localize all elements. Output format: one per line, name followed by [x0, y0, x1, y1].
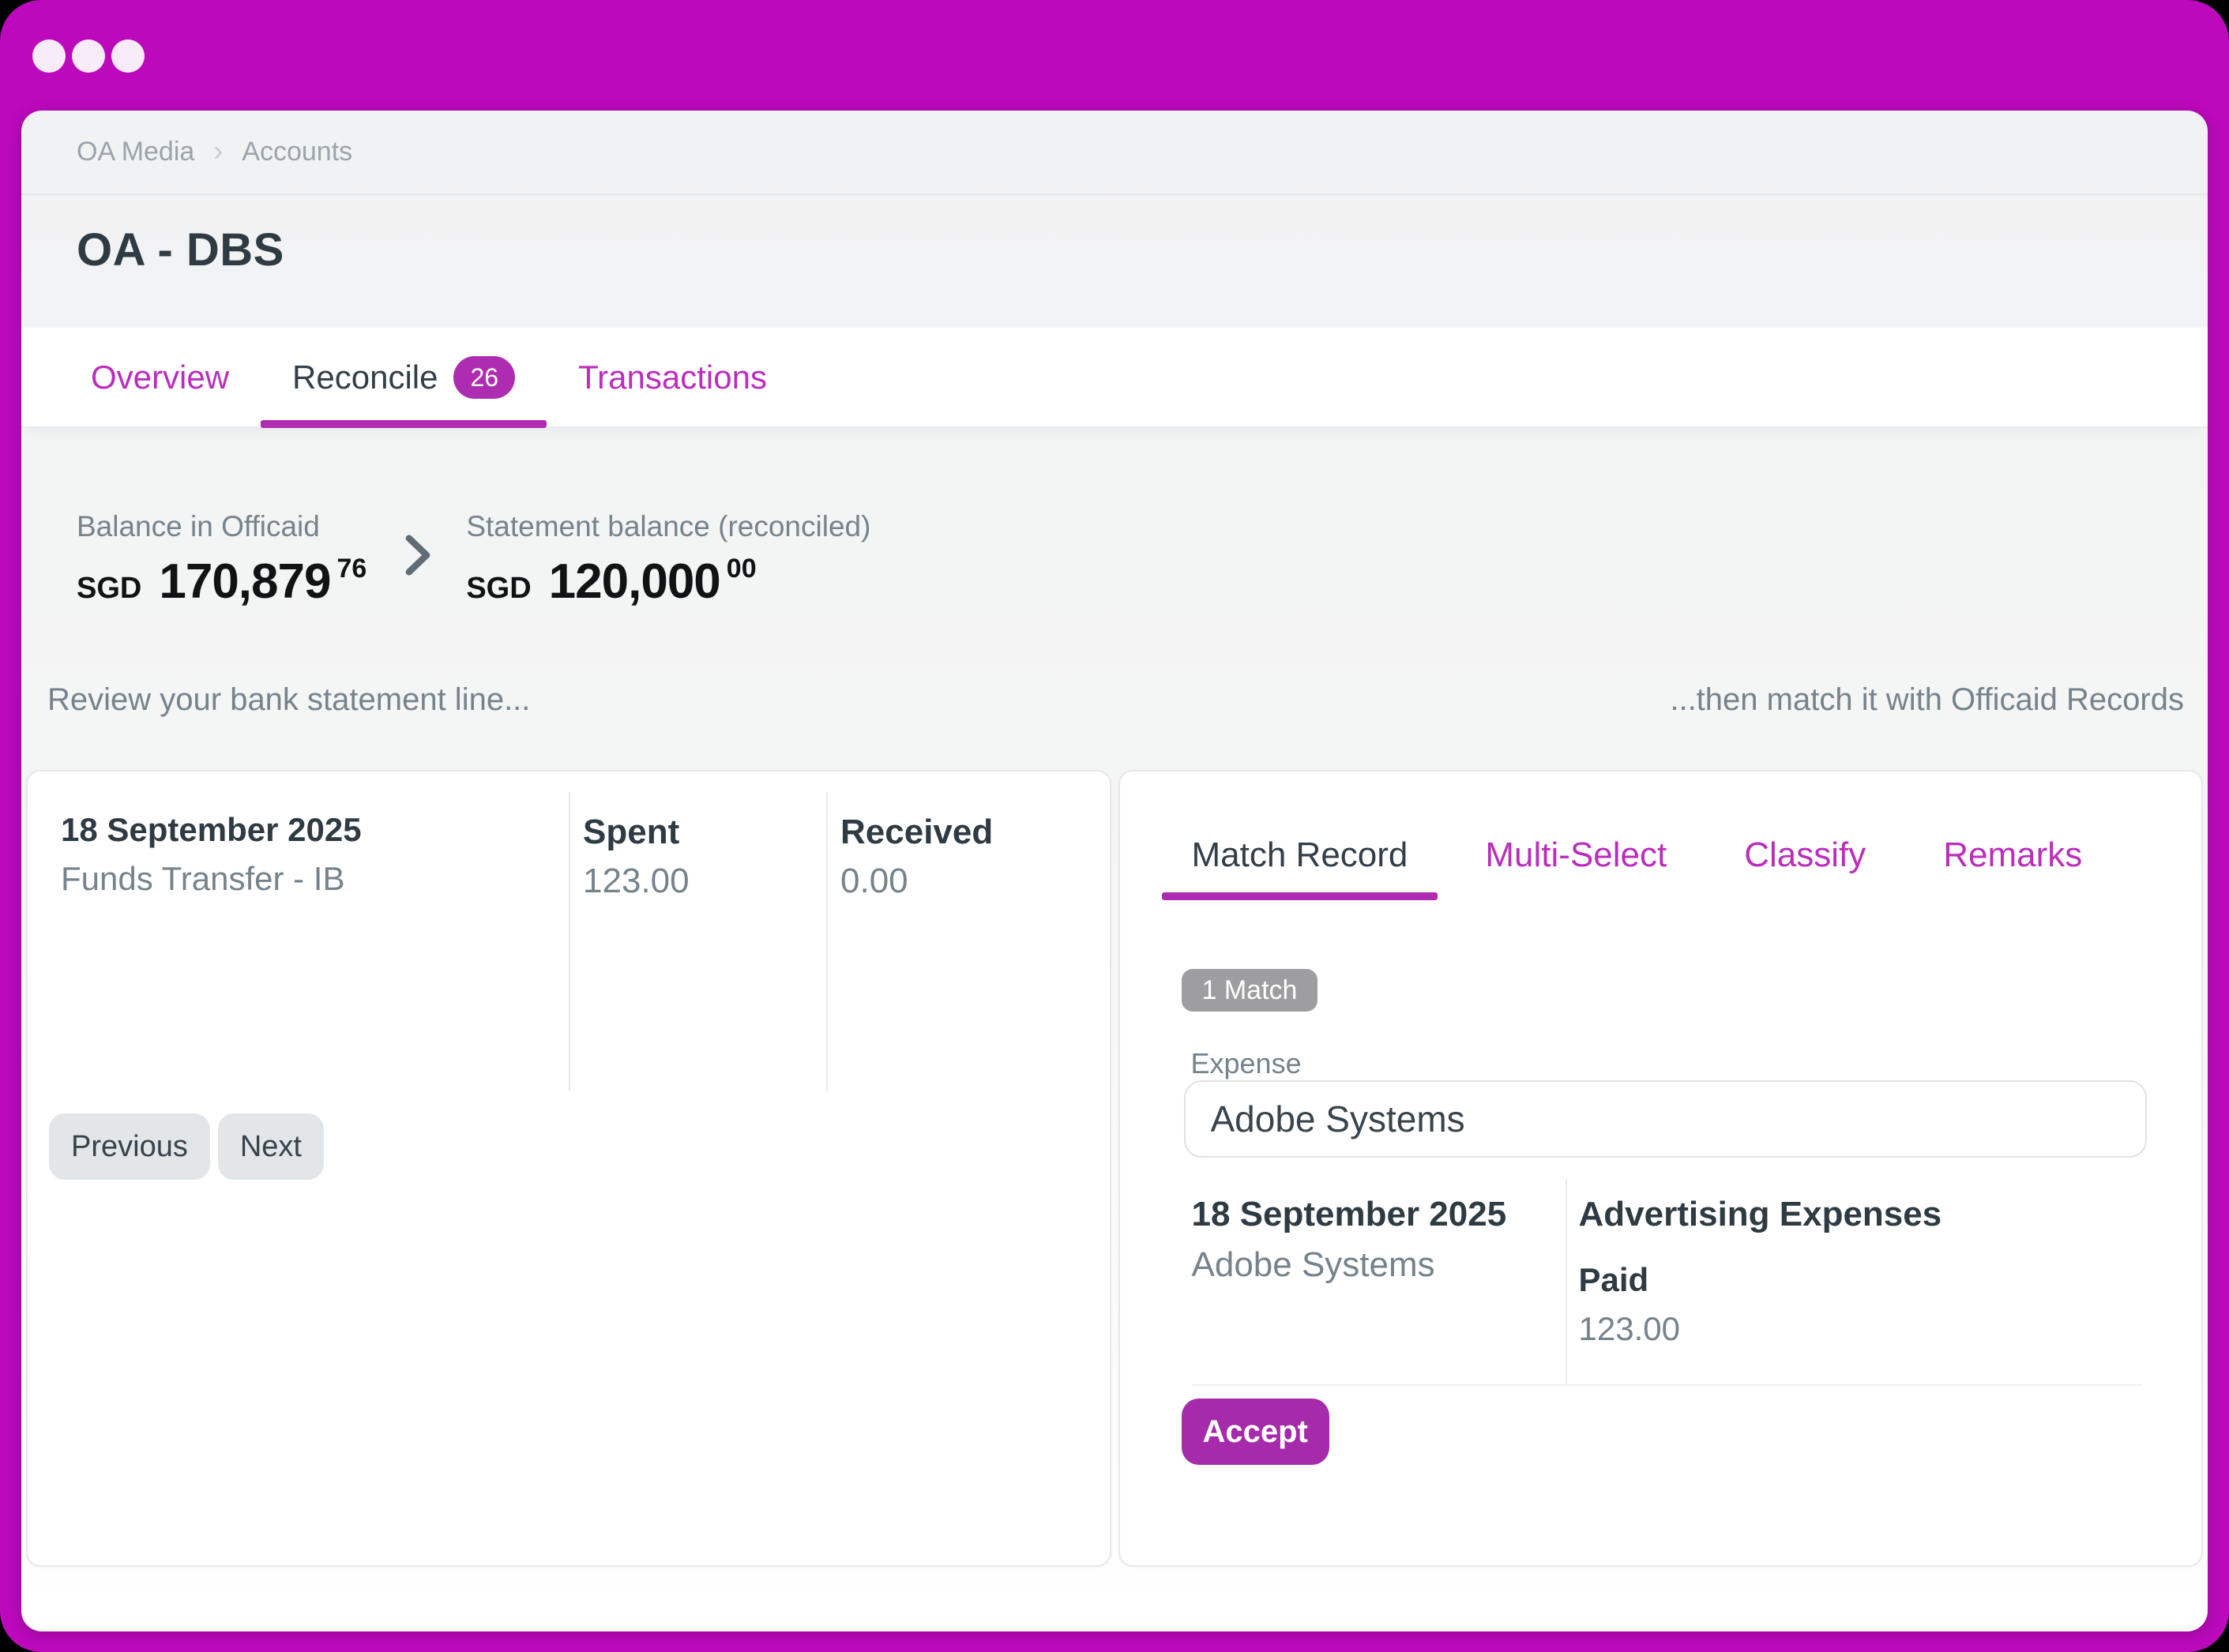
matched-record-details: 18 September 2025 Adobe Systems — [1192, 1179, 1567, 1384]
currency-code: SGD — [466, 572, 531, 606]
spent-column: Spent 123.00 — [570, 792, 828, 1091]
breadcrumb-separator-icon: › — [213, 134, 223, 167]
window-control-dot-icon[interactable] — [111, 39, 145, 73]
expense-field-label: Expense — [1191, 1047, 1302, 1080]
previous-button[interactable]: Previous — [49, 1113, 210, 1180]
active-tab-underline — [1162, 892, 1438, 900]
reconcile-workspace: 18 September 2025 Funds Transfer - IB Sp… — [26, 770, 2203, 1567]
breadcrumb: OA Media › Accounts — [21, 111, 2208, 195]
statement-balance-label: Statement balance (reconciled) — [466, 509, 870, 544]
title-bar: OA - DBS — [21, 195, 2208, 276]
reconcile-count-badge: 26 — [453, 356, 515, 399]
spent-value: 123.00 — [583, 862, 826, 901]
tab-remarks-label: Remarks — [1943, 835, 2082, 875]
statement-balance: Statement balance (reconciled) SGD 120,0… — [466, 509, 870, 610]
account-tabs: Overview Reconcile 26 Transactions — [21, 328, 2208, 428]
balance-cents: 76 — [336, 554, 366, 584]
statement-balance-amount: SGD 120,000 00 — [466, 554, 870, 610]
received-column: Received 0.00 — [828, 792, 1110, 1091]
balance-cents: 00 — [727, 554, 757, 584]
page-title: OA - DBS — [77, 223, 2152, 276]
currency-code: SGD — [77, 572, 141, 606]
tab-classify[interactable]: Classify — [1714, 772, 1896, 900]
received-header: Received — [840, 813, 1110, 852]
main-panel: OA Media › Accounts OA - DBS Overview Re… — [21, 111, 2208, 1631]
matched-record-status: Paid — [1579, 1261, 2142, 1299]
officaid-balance-amount: SGD 170,879 76 — [77, 554, 366, 610]
received-value: 0.00 — [840, 862, 1110, 901]
window-controls — [32, 39, 145, 73]
tab-overview[interactable]: Overview — [59, 328, 261, 426]
balance-value: 170,879 — [159, 554, 330, 610]
tab-reconcile[interactable]: Reconcile 26 — [261, 328, 547, 426]
statement-line: 18 September 2025 Funds Transfer - IB Sp… — [28, 792, 1110, 1091]
breadcrumb-item-accounts[interactable]: Accounts — [242, 137, 352, 167]
match-card: Match Record Multi-Select Classify Remar… — [1118, 770, 2204, 1567]
bank-statement-card: 18 September 2025 Funds Transfer - IB Sp… — [26, 770, 1111, 1567]
next-button[interactable]: Next — [218, 1113, 324, 1180]
tab-multi-select[interactable]: Multi-Select — [1455, 772, 1697, 900]
tab-transactions[interactable]: Transactions — [547, 328, 799, 426]
active-tab-underline — [261, 420, 547, 428]
statement-line-details: 18 September 2025 Funds Transfer - IB — [28, 792, 570, 1091]
hint-row: Review your bank statement line... ...th… — [47, 681, 2184, 719]
chevron-right-icon — [403, 535, 433, 580]
window-control-dot-icon[interactable] — [72, 39, 105, 73]
statement-pagination: Previous Next — [49, 1113, 324, 1180]
tab-match-record-label: Match Record — [1192, 835, 1408, 875]
matched-record-account-block: Advertising Expenses Paid 123.00 — [1567, 1179, 2142, 1384]
officaid-balance: Balance in Officaid SGD 170,879 76 — [77, 509, 366, 610]
matched-record-row[interactable]: 18 September 2025 Adobe Systems Advertis… — [1192, 1179, 2142, 1386]
tab-match-record[interactable]: Match Record — [1162, 772, 1438, 900]
app-window: OA Media › Accounts OA - DBS Overview Re… — [0, 0, 2229, 1652]
matched-record-amount: 123.00 — [1579, 1310, 2142, 1348]
tab-transactions-label: Transactions — [578, 359, 767, 396]
tab-multi-select-label: Multi-Select — [1485, 835, 1667, 875]
window-control-dot-icon[interactable] — [32, 39, 66, 73]
balance-value: 120,000 — [549, 554, 720, 610]
statement-description: Funds Transfer - IB — [61, 860, 569, 898]
match-hint: ...then match it with Officaid Records — [1670, 681, 2184, 719]
statement-hint: Review your bank statement line... — [47, 681, 530, 719]
balance-summary: Balance in Officaid SGD 170,879 76 State… — [77, 509, 870, 610]
tab-reconcile-label: Reconcile — [292, 359, 438, 396]
officaid-balance-label: Balance in Officaid — [77, 509, 366, 544]
breadcrumb-item-company[interactable]: OA Media — [77, 137, 194, 167]
tab-remarks[interactable]: Remarks — [1913, 772, 2112, 900]
match-card-tabs: Match Record Multi-Select Classify Remar… — [1162, 772, 2113, 900]
statement-date: 18 September 2025 — [61, 811, 569, 849]
accept-button[interactable]: Accept — [1182, 1399, 1329, 1465]
matched-record-date: 18 September 2025 — [1192, 1195, 1566, 1234]
matched-record-payee: Adobe Systems — [1192, 1245, 1566, 1285]
expense-input[interactable] — [1184, 1080, 2147, 1158]
matched-record-account: Advertising Expenses — [1579, 1195, 2142, 1234]
tab-classify-label: Classify — [1744, 835, 1866, 875]
spent-header: Spent — [583, 813, 826, 852]
match-count-badge: 1 Match — [1182, 969, 1318, 1012]
tab-overview-label: Overview — [91, 359, 229, 396]
